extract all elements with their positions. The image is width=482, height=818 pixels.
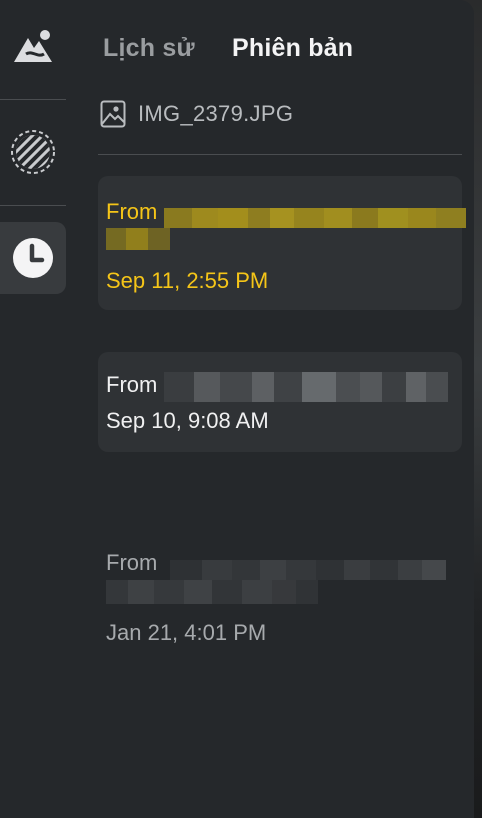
redacted-source-name-2 bbox=[106, 580, 318, 604]
version-item-selected[interactable]: From Sep 11, 2:55 PM bbox=[98, 176, 466, 310]
version-from-label: From bbox=[106, 550, 158, 575]
rail-divider bbox=[0, 205, 66, 206]
version-timestamp: Sep 11, 2:55 PM bbox=[106, 268, 269, 293]
version-item[interactable]: From Sep 10, 9:08 AM bbox=[98, 352, 462, 452]
version-from-label: From bbox=[106, 372, 158, 397]
header-divider bbox=[98, 154, 462, 155]
adjust-tool-button[interactable] bbox=[0, 10, 66, 82]
adjust-icon bbox=[14, 30, 52, 62]
version-timestamp: Sep 10, 9:08 AM bbox=[106, 408, 269, 433]
versions-panel: Lịch sử Phiên bản IMG_2379.JPG From Sep … bbox=[0, 0, 474, 818]
version-from-label: From bbox=[106, 199, 158, 224]
redacted-source-name-2 bbox=[106, 228, 170, 250]
version-item[interactable]: From Jan 21, 4:01 PM bbox=[98, 530, 462, 660]
history-clock-icon bbox=[13, 238, 53, 278]
filter-icon bbox=[11, 130, 55, 174]
file-name: IMG_2379.JPG bbox=[138, 101, 294, 126]
app-frame: Lịch sử Phiên bản IMG_2379.JPG From Sep … bbox=[0, 0, 482, 818]
tab-versions[interactable]: Phiên bản bbox=[232, 34, 353, 63]
redacted-source-name bbox=[164, 208, 466, 228]
redacted-source-name bbox=[170, 560, 446, 580]
rail-divider bbox=[0, 99, 66, 100]
image-icon bbox=[100, 100, 126, 128]
version-timestamp: Jan 21, 4:01 PM bbox=[106, 620, 267, 645]
tab-history[interactable]: Lịch sử bbox=[103, 34, 195, 63]
filter-tool-button[interactable] bbox=[0, 116, 66, 188]
file-info: IMG_2379.JPG bbox=[100, 100, 293, 128]
redacted-source-name bbox=[164, 372, 448, 402]
history-tool-button[interactable] bbox=[0, 222, 66, 294]
